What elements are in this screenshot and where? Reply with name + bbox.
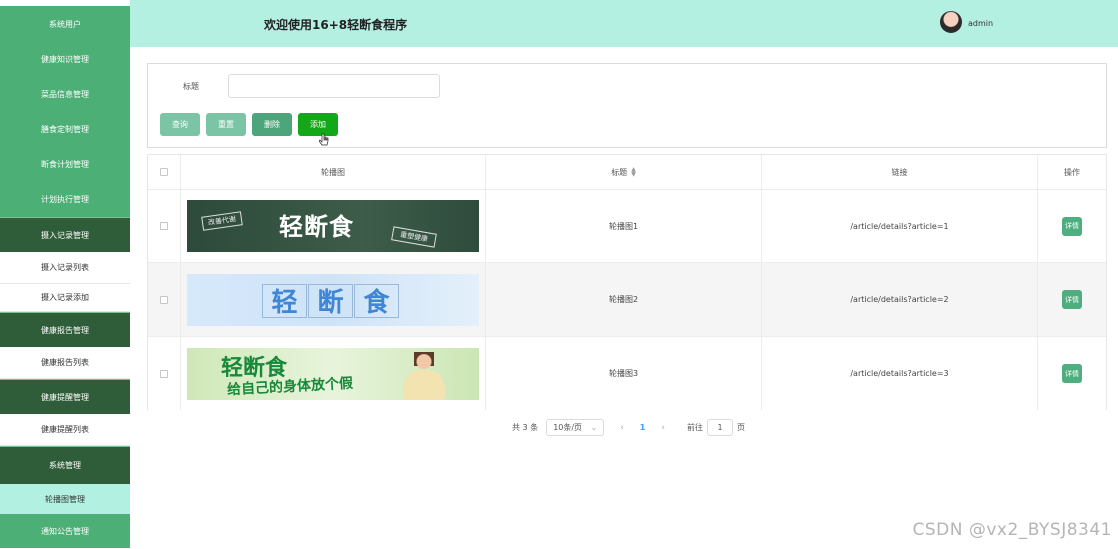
search-panel: 标题 查询 重置 删除 添加 xyxy=(147,63,1107,148)
menu-notice-management[interactable]: 通知公告管理 xyxy=(0,514,130,549)
query-button[interactable]: 查询 xyxy=(160,113,200,136)
delete-button[interactable]: 删除 xyxy=(252,113,292,136)
image-cell: 轻 断 食 xyxy=(181,263,486,336)
page-size-select[interactable]: 10条/页 ⌄ xyxy=(546,419,604,436)
total-count: 共 3 条 xyxy=(512,422,538,433)
search-title-input[interactable] xyxy=(228,74,440,98)
detail-button[interactable]: 详情 xyxy=(1062,364,1082,383)
chevron-down-icon: ⌄ xyxy=(590,423,597,432)
detail-button[interactable]: 详情 xyxy=(1062,290,1082,309)
banner-char: 食 xyxy=(354,284,399,318)
image-cell: 轻断食 给自己的身体放个假 xyxy=(181,337,486,410)
sidebar: 系统用户 健康知识管理 菜品信息管理 膳食定制管理 断食计划管理 计划执行管理 … xyxy=(0,0,130,548)
carousel-image: 改善代谢 轻断食 重塑健康 xyxy=(187,200,479,252)
prev-page-icon[interactable]: ‹ xyxy=(620,423,624,433)
banner-tag: 重塑健康 xyxy=(391,226,437,247)
title-cell: 轮播图1 xyxy=(486,190,762,262)
watermark: CSDN @vx2_BYSJ8341 xyxy=(913,520,1113,540)
pointer-cursor-icon xyxy=(319,133,329,147)
goto-page-input[interactable]: 1 xyxy=(707,419,733,436)
link-cell: /article/details?article=1 xyxy=(762,190,1038,262)
banner-text: 轻 断 食 xyxy=(262,284,400,318)
header-image: 轮播图 xyxy=(181,155,486,189)
banner-text: 轻断食 xyxy=(279,207,354,242)
menu-health-reminder-list[interactable]: 健康提醒列表 xyxy=(0,414,130,446)
menu-fasting-plan[interactable]: 断食计划管理 xyxy=(0,147,130,182)
page-title: 欢迎使用16+8轻断食程序 xyxy=(264,16,407,33)
table-row: 轻断食 给自己的身体放个假 轮播图3 /article/details?arti… xyxy=(148,337,1106,410)
title-cell: 轮播图2 xyxy=(486,263,762,336)
menu-system-users[interactable]: 系统用户 xyxy=(0,6,130,42)
title-cell: 轮播图3 xyxy=(486,337,762,410)
row-checkbox-cell xyxy=(148,190,181,262)
action-cell: 详情 xyxy=(1038,263,1106,336)
menu-intake-records[interactable]: 摄入记录管理 xyxy=(0,217,130,252)
image-cell: 改善代谢 轻断食 重塑健康 xyxy=(181,190,486,262)
row-checkbox-cell xyxy=(148,337,181,410)
banner-tag: 改善代谢 xyxy=(201,211,243,230)
page-number[interactable]: 1 xyxy=(640,423,646,432)
row-checkbox[interactable] xyxy=(160,370,168,378)
add-button[interactable]: 添加 xyxy=(298,113,338,136)
header-title-label: 标题 xyxy=(611,167,627,178)
menu-intake-add[interactable]: 摄入记录添加 xyxy=(0,284,130,312)
menu-diet-custom[interactable]: 膳食定制管理 xyxy=(0,112,130,147)
pagination: 共 3 条 10条/页 ⌄ ‹ 1 › 前往 1 页 xyxy=(512,419,745,436)
sort-icon[interactable]: ▲▼ xyxy=(631,167,636,177)
carousel-image: 轻断食 给自己的身体放个假 xyxy=(187,348,479,400)
menu-intake-list[interactable]: 摄入记录列表 xyxy=(0,252,130,284)
goto-prefix: 前往 xyxy=(687,422,703,433)
header-link: 链接 xyxy=(762,155,1038,189)
person-head-illustration xyxy=(409,352,439,400)
action-cell: 详情 xyxy=(1038,190,1106,262)
carousel-table: 轮播图 标题 ▲▼ 链接 操作 改善代谢 轻断食 重塑健康 轮播图1 /artic… xyxy=(147,154,1107,410)
menu-health-report[interactable]: 健康报告管理 xyxy=(0,312,130,347)
menu-dish-info[interactable]: 菜品信息管理 xyxy=(0,77,130,112)
search-title-label: 标题 xyxy=(183,81,199,92)
link-cell: /article/details?article=3 xyxy=(762,337,1038,410)
menu-system-management[interactable]: 系统管理 xyxy=(0,446,130,484)
next-page-icon[interactable]: › xyxy=(661,423,665,433)
goto-suffix: 页 xyxy=(737,422,745,433)
table-header-row: 轮播图 标题 ▲▼ 链接 操作 xyxy=(148,155,1106,190)
username[interactable]: admin xyxy=(968,19,993,28)
link-cell: /article/details?article=2 xyxy=(762,263,1038,336)
banner-char: 断 xyxy=(308,284,353,318)
header-checkbox-cell xyxy=(148,155,181,189)
banner-char: 轻 xyxy=(262,284,307,318)
menu-health-report-list[interactable]: 健康报告列表 xyxy=(0,347,130,379)
row-checkbox[interactable] xyxy=(160,222,168,230)
menu-health-knowledge[interactable]: 健康知识管理 xyxy=(0,42,130,77)
header-action: 操作 xyxy=(1038,155,1106,189)
detail-button[interactable]: 详情 xyxy=(1062,217,1082,236)
menu-plan-execution[interactable]: 计划执行管理 xyxy=(0,182,130,217)
header-title[interactable]: 标题 ▲▼ xyxy=(486,155,762,189)
header: 欢迎使用16+8轻断食程序 admin xyxy=(130,0,1118,47)
row-checkbox-cell xyxy=(148,263,181,336)
menu-health-reminder[interactable]: 健康提醒管理 xyxy=(0,379,130,414)
avatar[interactable] xyxy=(940,11,962,33)
select-all-checkbox[interactable] xyxy=(160,168,168,176)
table-row: 改善代谢 轻断食 重塑健康 轮播图1 /article/details?arti… xyxy=(148,190,1106,263)
page-size-value: 10条/页 xyxy=(553,422,582,433)
row-checkbox[interactable] xyxy=(160,296,168,304)
action-cell: 详情 xyxy=(1038,337,1106,410)
menu-carousel-management[interactable]: 轮播图管理 xyxy=(0,484,130,514)
carousel-image: 轻 断 食 xyxy=(187,274,479,326)
reset-button[interactable]: 重置 xyxy=(206,113,246,136)
table-row: 轻 断 食 轮播图2 /article/details?article=2 详情 xyxy=(148,263,1106,337)
